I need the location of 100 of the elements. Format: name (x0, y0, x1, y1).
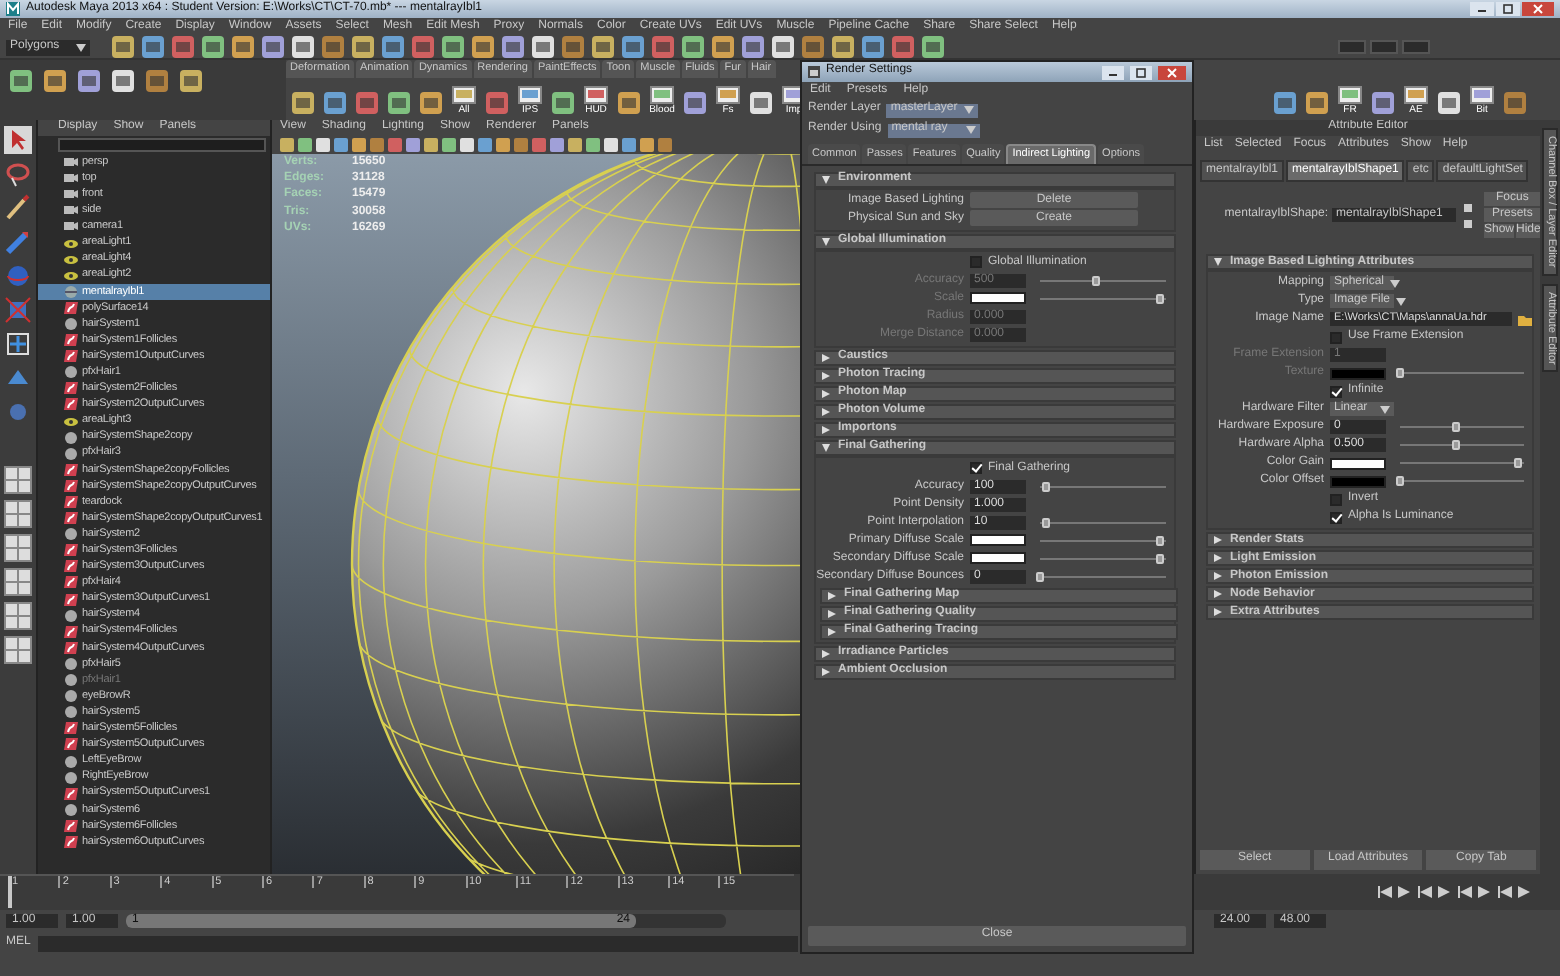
status-icon[interactable] (200, 34, 226, 60)
playback-icon[interactable] (1458, 886, 1472, 898)
folder-icon[interactable] (1518, 313, 1532, 326)
status-icon[interactable] (740, 34, 766, 60)
color-swatch[interactable] (1330, 475, 1386, 488)
shelf-icon[interactable] (178, 68, 204, 94)
shelf-icon[interactable] (748, 90, 774, 116)
brush-icon[interactable] (4, 194, 32, 222)
shelf-icon[interactable] (1304, 90, 1330, 116)
status-icon[interactable] (830, 34, 856, 60)
connection-icon[interactable] (1462, 203, 1474, 228)
color-swatch[interactable] (1330, 457, 1386, 470)
status-icon[interactable] (590, 34, 616, 60)
slider-thumb[interactable] (1513, 458, 1522, 469)
status-icon[interactable] (470, 34, 496, 60)
playback-icon[interactable] (1498, 886, 1512, 898)
layout-icon[interactable] (4, 568, 32, 596)
curve-node-icon (64, 787, 78, 800)
shelf-icon[interactable] (550, 90, 576, 116)
status-icon[interactable] (680, 34, 706, 60)
lasso-icon[interactable] (4, 160, 32, 188)
layout-icon[interactable] (4, 500, 32, 528)
shelf-icon[interactable] (290, 90, 316, 116)
close-icon[interactable] (1522, 2, 1554, 16)
playback-icon[interactable] (1438, 886, 1452, 898)
shelf-icon[interactable] (682, 90, 708, 116)
playback-icon[interactable] (1398, 886, 1412, 898)
status-icon[interactable] (290, 34, 316, 60)
shelf-icon[interactable] (42, 68, 68, 94)
status-icon[interactable] (260, 34, 286, 60)
slider-thumb[interactable] (1396, 476, 1404, 487)
layout-icon[interactable] (4, 602, 32, 630)
status-icon[interactable] (140, 34, 166, 60)
checkbox[interactable] (1330, 331, 1342, 344)
checkbox[interactable] (970, 462, 982, 475)
slider-thumb[interactable] (1042, 517, 1051, 528)
status-icon[interactable] (620, 34, 646, 60)
screen-icon (650, 86, 674, 104)
layout-icon[interactable] (4, 466, 32, 494)
status-icon[interactable] (350, 34, 376, 60)
shelf-icon[interactable] (386, 90, 412, 116)
curve-node-icon (64, 819, 78, 832)
checkbox[interactable] (970, 256, 982, 269)
move-icon[interactable] (4, 228, 32, 256)
playback-icon[interactable] (1478, 886, 1492, 898)
status-icon[interactable] (530, 34, 556, 60)
coordinate-field[interactable] (1370, 40, 1398, 54)
shelf-icon[interactable] (616, 90, 642, 116)
sphere-icon (64, 803, 78, 816)
maximize-icon[interactable] (1496, 2, 1520, 16)
close-icon[interactable] (1158, 65, 1186, 79)
slider-thumb[interactable] (1451, 422, 1460, 433)
minimize-icon[interactable] (1470, 2, 1494, 16)
coordinate-field[interactable] (1402, 40, 1430, 54)
curve-node-icon (64, 479, 78, 492)
curve-node-icon (64, 641, 78, 654)
status-icon[interactable] (110, 34, 136, 60)
playback-icon[interactable] (1418, 886, 1432, 898)
layout-icon[interactable] (4, 534, 32, 562)
shelf-icon[interactable] (8, 68, 34, 94)
shelf-icon[interactable] (418, 90, 444, 116)
color-swatch[interactable] (970, 552, 1026, 565)
curve-node-icon (64, 576, 78, 589)
playback-icon[interactable] (1378, 886, 1392, 898)
status-icon[interactable] (770, 34, 796, 60)
shelf-icon[interactable] (1370, 90, 1396, 116)
status-icon[interactable] (230, 34, 256, 60)
coordinate-field[interactable] (1338, 40, 1366, 54)
playback-icon[interactable] (1518, 886, 1532, 898)
color-swatch[interactable] (970, 534, 1026, 547)
command-field[interactable] (38, 935, 799, 951)
light-icon (64, 269, 78, 282)
slider-thumb[interactable] (1155, 553, 1164, 564)
shelf-icon[interactable] (76, 68, 102, 94)
shelf-icon[interactable] (322, 90, 348, 116)
status-icon[interactable] (500, 34, 526, 60)
screen-icon (716, 86, 740, 104)
slider-thumb[interactable] (1042, 481, 1051, 492)
status-icon[interactable] (920, 34, 946, 60)
curve-node-icon (64, 334, 78, 347)
status-icon[interactable] (710, 34, 736, 60)
status-icon[interactable] (380, 34, 406, 60)
layout-icon[interactable] (4, 636, 32, 664)
screen-icon (518, 86, 542, 104)
maximize-icon[interactable] (1130, 65, 1152, 79)
slider-thumb[interactable] (1036, 571, 1044, 582)
slider-thumb[interactable] (1155, 535, 1164, 546)
checkbox[interactable] (1330, 385, 1342, 398)
checkbox[interactable] (1330, 493, 1342, 506)
shelf-icon[interactable] (110, 68, 136, 94)
status-icon[interactable] (440, 34, 466, 60)
shelf-icon[interactable] (1436, 90, 1462, 116)
minimize-icon[interactable] (1102, 65, 1124, 79)
shelf-icon[interactable] (1272, 90, 1298, 116)
manipulator-icon[interactable] (4, 330, 32, 358)
light-icon (64, 253, 78, 266)
filter-field[interactable] (58, 138, 266, 152)
slider-thumb[interactable] (1451, 440, 1460, 451)
status-icon[interactable] (860, 34, 886, 60)
checkbox[interactable] (1330, 511, 1342, 524)
